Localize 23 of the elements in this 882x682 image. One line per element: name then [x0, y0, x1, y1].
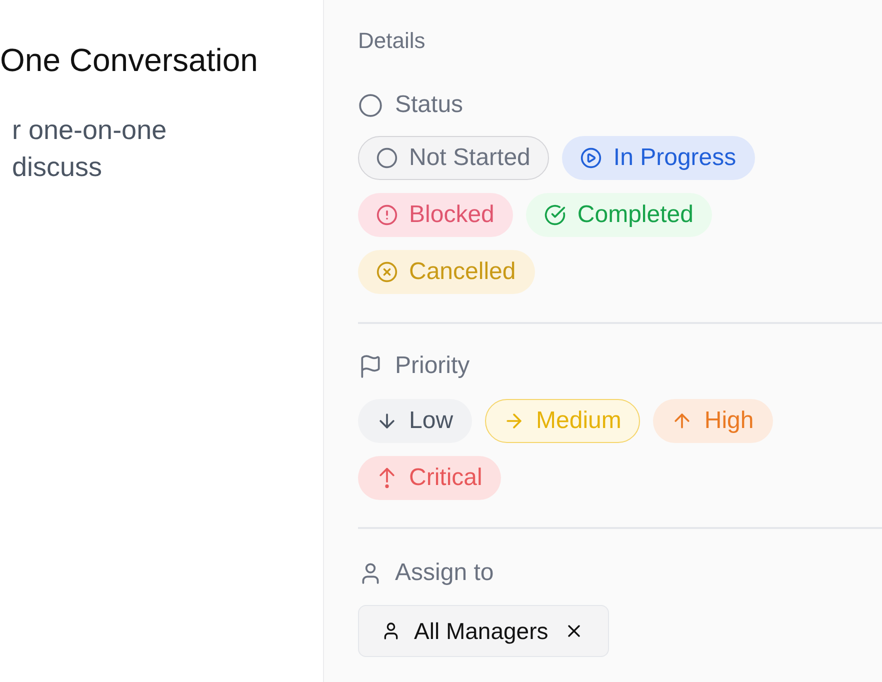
priority-option[interactable]: Low: [358, 399, 472, 443]
details-heading: Details: [358, 28, 426, 54]
status-option[interactable]: Blocked: [358, 193, 514, 237]
priority-option[interactable]: High: [653, 399, 773, 443]
status-option[interactable]: In Progress: [562, 136, 756, 180]
priority-label: Priority: [395, 354, 470, 378]
status-label: Status: [395, 93, 464, 117]
alert-circle-icon: [376, 204, 398, 226]
status-option[interactable]: Completed: [526, 193, 712, 237]
assignee-name: All Managers: [414, 620, 548, 642]
status-option[interactable]: Cancelled: [358, 250, 535, 294]
assign-label: Assign to: [395, 561, 494, 585]
play-circle-icon: [580, 147, 602, 169]
page-title: One Conversation: [0, 41, 259, 80]
page-description: r one-on-one discuss: [11, 114, 167, 184]
flag-icon: [358, 354, 383, 378]
priority-option[interactable]: Critical: [358, 456, 502, 500]
priority-option[interactable]: Medium: [485, 399, 640, 443]
status-option[interactable]: Not Started: [358, 136, 550, 180]
circle-icon: [376, 147, 398, 169]
x-circle-icon: [376, 261, 398, 283]
check-circle-icon: [544, 204, 566, 226]
circle-icon: [358, 92, 383, 118]
